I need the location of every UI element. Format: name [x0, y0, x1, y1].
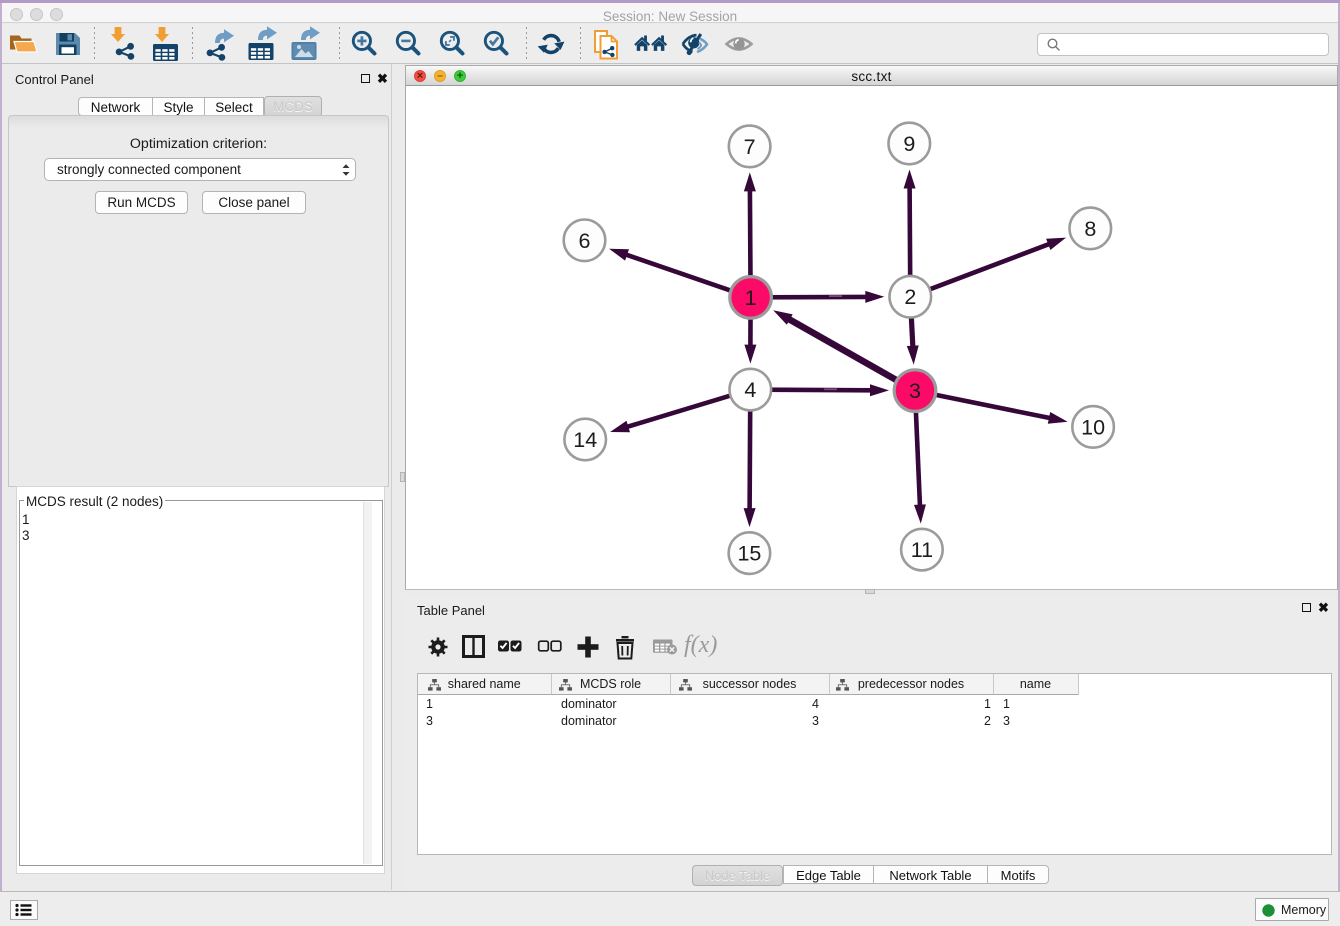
svg-text:9: 9 [903, 132, 915, 156]
svg-text:4: 4 [744, 378, 756, 402]
svg-text:15: 15 [737, 542, 761, 566]
svg-text:14: 14 [573, 428, 597, 452]
svg-text:3: 3 [909, 379, 921, 403]
svg-text:6: 6 [579, 229, 591, 253]
svg-text:10: 10 [1081, 415, 1105, 439]
svg-text:11: 11 [911, 538, 933, 562]
svg-text:2: 2 [904, 285, 916, 309]
svg-text:8: 8 [1084, 217, 1096, 241]
svg-text:1: 1 [745, 286, 757, 310]
svg-text:7: 7 [744, 135, 756, 159]
